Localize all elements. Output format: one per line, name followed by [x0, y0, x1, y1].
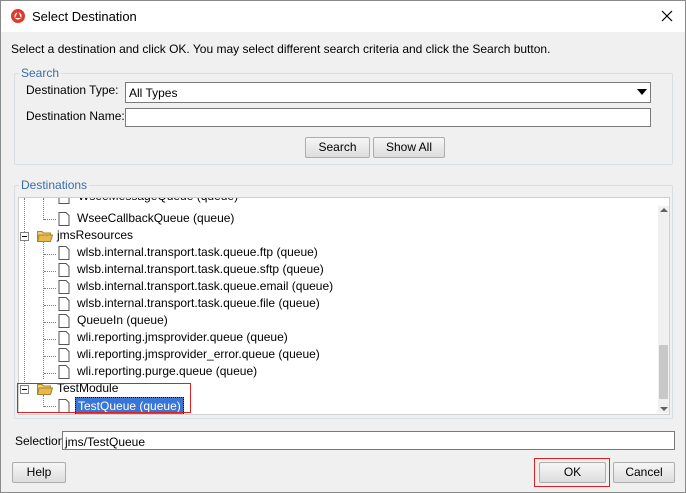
folder-icon	[37, 231, 53, 242]
queue-icon	[58, 314, 70, 328]
queue-icon	[58, 348, 70, 362]
destinations-group-title: Destinations	[19, 178, 90, 192]
destination-type-select[interactable]: All Types	[125, 82, 651, 103]
chevron-down-icon[interactable]	[637, 89, 647, 95]
scroll-thumb[interactable]	[659, 345, 668, 399]
queue-icon	[58, 297, 70, 311]
scroll-up-icon[interactable]	[660, 208, 668, 212]
destination-type-value: All Types	[129, 86, 178, 100]
close-icon[interactable]	[657, 6, 677, 26]
tree-item-queue[interactable]: wli.reporting.purge.queue (queue)	[46, 363, 446, 380]
cancel-button[interactable]: Cancel	[613, 462, 675, 483]
queue-icon	[58, 246, 70, 260]
queue-icon	[58, 212, 70, 226]
queue-icon	[58, 280, 70, 294]
highlight-annotation	[17, 383, 191, 413]
ok-highlight-annotation	[534, 458, 610, 487]
tree-item-queue[interactable]: QueueIn (queue)	[46, 312, 446, 329]
instruction-text: Select a destination and click OK. You m…	[11, 42, 551, 56]
selection-input[interactable]: jms/TestQueue	[62, 431, 675, 450]
title-bar: Select Destination	[1, 1, 685, 32]
scroll-down-icon[interactable]	[660, 407, 668, 411]
tree-item-queue[interactable]: wlsb.internal.transport.task.queue.ftp (…	[46, 244, 446, 261]
tree-item-folder[interactable]: jmsResources	[19, 227, 319, 244]
select-destination-dialog: Select Destination Select a destination …	[0, 0, 686, 493]
selection-label: Selection:	[15, 434, 68, 448]
queue-icon	[58, 263, 70, 277]
queue-icon	[58, 365, 70, 379]
search-group-title: Search	[19, 66, 62, 80]
tree-item-queue[interactable]: wli.reporting.jmsprovider.queue (queue)	[46, 329, 446, 346]
destination-name-input[interactable]	[125, 108, 651, 127]
help-button[interactable]: Help	[12, 462, 66, 483]
tree-item-queue[interactable]: wlsb.internal.transport.task.queue.email…	[46, 278, 446, 295]
tree-item-queue[interactable]: wli.reporting.jmsprovider_error.queue (q…	[46, 346, 446, 363]
queue-icon	[58, 331, 70, 345]
show-all-button[interactable]: Show All	[373, 137, 445, 158]
tree-item-queue[interactable]: WseeCallbackQueue (queue)	[46, 210, 346, 227]
search-button[interactable]: Search	[305, 137, 370, 158]
tree-item-queue[interactable]: wlsb.internal.transport.task.queue.file …	[46, 295, 446, 312]
app-logo-icon	[11, 9, 25, 23]
destination-name-label: Destination Name:	[26, 109, 125, 123]
tree-scrollbar[interactable]	[658, 206, 669, 413]
queue-icon	[58, 198, 70, 204]
tree-item-queue[interactable]: wlsb.internal.transport.task.queue.sftp …	[46, 261, 446, 278]
destination-type-label: Destination Type:	[26, 83, 119, 97]
dialog-title: Select Destination	[32, 9, 137, 24]
